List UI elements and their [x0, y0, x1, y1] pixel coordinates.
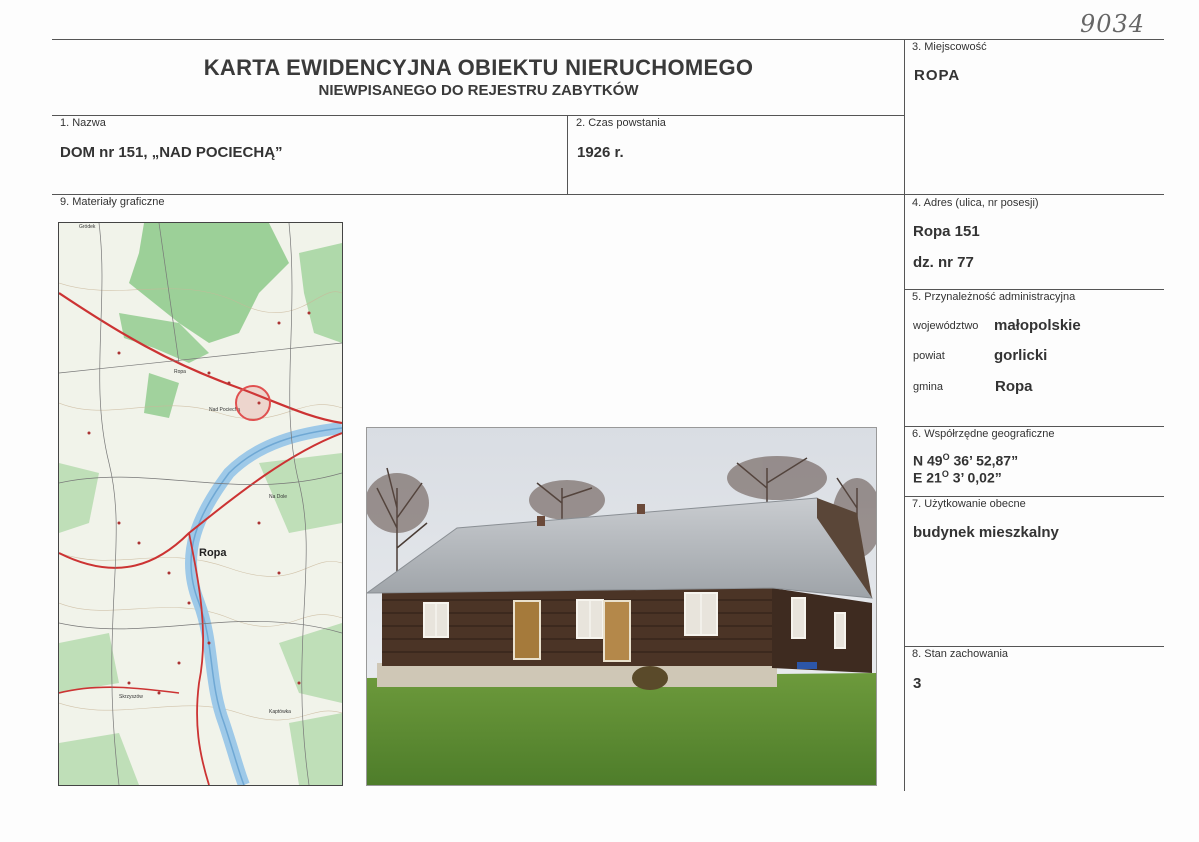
commune-label: gmina — [913, 381, 943, 393]
divider-title-bottom — [52, 115, 905, 116]
coords-east-prefix: E 21 — [913, 469, 942, 486]
condition-value: 3 — [913, 675, 922, 692]
map-label-na-dole: Na Dole — [269, 494, 287, 500]
coords-east-degree: O — [941, 469, 949, 479]
commune-value: Ropa — [995, 378, 1033, 395]
divider-address-bottom — [905, 289, 1164, 290]
address-label: 4. Adres (ulica, nr posesji) — [912, 197, 1039, 209]
coords-label: 6. Współrzędne geograficzne — [912, 428, 1055, 440]
usage-label: 7. Użytkowanie obecne — [912, 498, 1026, 510]
voivodeship-label: województwo — [913, 320, 979, 332]
map-graphic: Ropa Nad Pociechą Gródek Skrzyszów Na Do… — [59, 223, 342, 785]
county-label: powiat — [913, 350, 945, 362]
date-label: 2. Czas powstania — [576, 117, 666, 129]
coords-north: N 49O 36’ 52,87” — [913, 452, 1018, 469]
coords-east-rest: 3’ 0,02” — [948, 469, 1002, 486]
divider-admin-bottom — [905, 426, 1164, 427]
map-label-skrzyszow: Skrzyszów — [119, 694, 143, 700]
admin-label: 5. Przynależność administracyjna — [912, 291, 1076, 303]
name-label: 1. Nazwa — [60, 117, 106, 129]
date-value: 1926 r. — [577, 144, 624, 161]
voivodeship-value: małopolskie — [994, 317, 1081, 334]
top-border — [52, 39, 1164, 40]
county-value: gorlicki — [994, 347, 1048, 364]
coords-north-prefix: N 49 — [913, 452, 943, 469]
building-photo — [366, 427, 877, 786]
archive-number: 9034 — [1080, 10, 1146, 38]
coords-east: E 21O 3’ 0,02” — [913, 469, 1002, 486]
coords-north-degree: O — [942, 452, 950, 462]
address-line-1: Ropa 151 — [913, 223, 980, 240]
name-date-divider — [567, 115, 568, 195]
locality-label: 3. Miejscowość — [912, 41, 987, 53]
map-label-ropa-north: Ropa — [174, 369, 186, 375]
condition-label: 8. Stan zachowania — [912, 648, 1009, 660]
page-subtitle: NIEWPISANEGO DO REJESTRU ZABYTKÓW — [318, 82, 639, 99]
divider-coords-bottom — [905, 496, 1164, 497]
map-label-kaptowka: Kaptówka — [269, 709, 291, 715]
map-label-grodek: Gródek — [79, 224, 96, 230]
graphics-label: 9. Materiały graficzne — [60, 196, 165, 208]
coords-north-rest: 36’ 52,87” — [949, 452, 1019, 469]
divider-usage-bottom — [905, 646, 1164, 647]
map-town-label: Ropa — [199, 547, 227, 559]
name-value: DOM nr 151, „NAD POCIECHĄ” — [60, 144, 283, 161]
address-line-2: dz. nr 77 — [913, 254, 974, 271]
map-label-nad-pociecha: Nad Pociechą — [209, 407, 240, 413]
location-map: Ropa Nad Pociechą Gródek Skrzyszów Na Do… — [58, 222, 343, 786]
locality-value: ROPA — [914, 67, 961, 84]
building-photo-graphic — [367, 428, 876, 785]
right-column-border — [904, 39, 905, 791]
usage-value: budynek mieszkalny — [913, 524, 1059, 541]
page-title: KARTA EWIDENCYJNA OBIEKTU NIERUCHOMEGO — [203, 55, 754, 80]
location-marker-icon — [235, 385, 271, 421]
divider-name-bottom — [52, 194, 1164, 195]
